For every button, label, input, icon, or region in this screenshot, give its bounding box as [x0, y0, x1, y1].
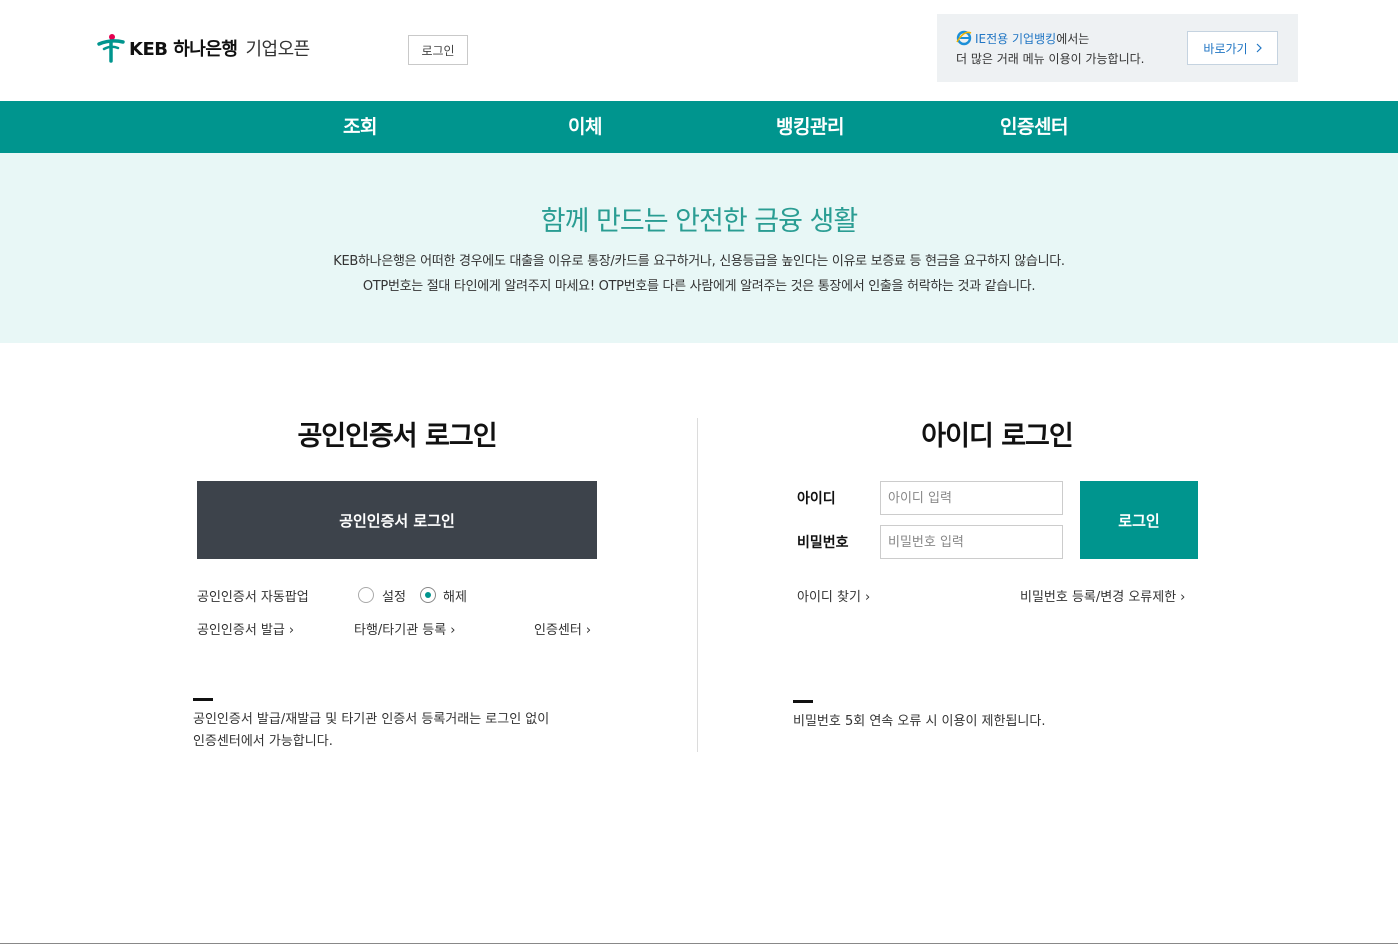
section-divider: [697, 418, 698, 752]
ie-notice-line2: 더 많은 거래 메뉴 이용이 가능합니다.: [956, 52, 1145, 66]
password-register-link[interactable]: 비밀번호 등록/변경 오류제한 ›: [1020, 586, 1185, 605]
cert-issue-link[interactable]: 공인인증서 발급 ›: [197, 619, 294, 638]
password-register-label: 비밀번호 등록/변경 오류제한: [1020, 590, 1177, 605]
auto-popup-label: 공인인증서 자동팝업: [197, 590, 309, 605]
nav-item-banking-management[interactable]: 뱅킹관리: [776, 101, 844, 153]
cert-notice-line1: 공인인증서 발급/재발급 및 타기관 인증서 등록거래는 로그인 없이: [193, 712, 550, 727]
password-input[interactable]: [880, 525, 1063, 559]
chevron-right-icon: ›: [864, 590, 871, 605]
bottom-divider: [0, 943, 1398, 944]
chevron-right-icon: ›: [450, 623, 456, 638]
hana-logo-icon: [97, 34, 125, 63]
header: KEB 하나은행 기업오픈 로그인 IE전용 기업뱅킹에서는 더 많은 거래 메…: [0, 0, 1398, 101]
auto-popup-on-radio[interactable]: [358, 587, 374, 603]
banner-line-1: KEB하나은행은 어떠한 경우에도 대출을 이유로 통장/카드를 요구하거나, …: [333, 254, 1065, 269]
ie-browser-icon: [956, 30, 972, 46]
chevron-right-icon: ›: [1180, 590, 1186, 605]
ie-notice-box: IE전용 기업뱅킹에서는 더 많은 거래 메뉴 이용이 가능합니다. 바로가기: [937, 14, 1298, 82]
id-input[interactable]: [880, 481, 1063, 515]
cert-notice-line2: 인증센터에서 가능합니다.: [193, 734, 333, 749]
notice-bar: [193, 698, 213, 701]
ie-go-button[interactable]: 바로가기: [1187, 31, 1278, 65]
id-login-title: 아이디 로그인: [921, 421, 1073, 452]
chevron-right-icon: ›: [288, 623, 295, 638]
nav-item-inquiry[interactable]: 조회: [343, 101, 377, 153]
cert-login-title: 공인인증서 로그인: [297, 421, 497, 452]
other-bank-register-label: 타행/타기관 등록: [354, 623, 447, 638]
bank-logo[interactable]: KEB 하나은행 기업오픈: [97, 32, 310, 64]
password-label: 비밀번호: [797, 535, 849, 551]
ie-notice-line1-rest: 에서는: [1056, 32, 1090, 46]
cert-center-label: 인증센터: [534, 623, 582, 638]
cert-issue-label: 공인인증서 발급: [197, 623, 285, 638]
auto-popup-off-radio[interactable]: [420, 587, 436, 603]
notice-bar: [793, 700, 813, 703]
ie-go-label: 바로가기: [1203, 41, 1248, 56]
banner-line-2: OTP번호는 절대 타인에게 알려주지 마세요! OTP번호를 다른 사람에게 …: [362, 279, 1036, 294]
cert-login-button[interactable]: 공인인증서 로그인: [197, 481, 597, 559]
cert-center-link[interactable]: 인증센터 ›: [534, 619, 591, 638]
auto-popup-off-label[interactable]: 해제: [443, 586, 467, 605]
auto-popup-on-label[interactable]: 설정: [382, 586, 406, 605]
nav-item-transfer[interactable]: 이체: [568, 101, 602, 153]
cert-notice: 공인인증서 발급/재발급 및 타기관 인증서 등록거래는 로그인 없이 인증센터…: [193, 709, 549, 753]
id-label: 아이디: [797, 491, 836, 507]
logo-brand-text: KEB 하나은행: [129, 39, 238, 60]
other-bank-register-link[interactable]: 타행/타기관 등록 ›: [354, 619, 455, 638]
main-nav: 조회 이체 뱅킹관리 인증센터: [0, 101, 1398, 153]
banner-title: 함께 만드는 안전한 금융 생활: [540, 206, 858, 237]
chevron-right-icon: ›: [585, 623, 592, 638]
nav-item-certificate-center[interactable]: 인증센터: [1000, 101, 1068, 153]
id-login-button[interactable]: 로그인: [1080, 481, 1198, 559]
password-notice: 비밀번호 5회 연속 오류 시 이용이 제한됩니다.: [793, 714, 1046, 729]
chevron-right-icon: [1256, 43, 1262, 53]
ie-notice-highlight[interactable]: IE전용 기업뱅킹: [975, 32, 1056, 46]
header-login-button[interactable]: 로그인: [408, 35, 468, 65]
security-banner: 함께 만드는 안전한 금융 생활 KEB하나은행은 어떠한 경우에도 대출을 이…: [0, 153, 1398, 343]
find-id-link[interactable]: 아이디 찾기 ›: [797, 586, 870, 605]
find-id-label: 아이디 찾기: [797, 590, 861, 605]
ie-notice-text: IE전용 기업뱅킹에서는 더 많은 거래 메뉴 이용이 가능합니다.: [956, 29, 1145, 69]
logo-sub-text: 기업오픈: [245, 39, 310, 60]
